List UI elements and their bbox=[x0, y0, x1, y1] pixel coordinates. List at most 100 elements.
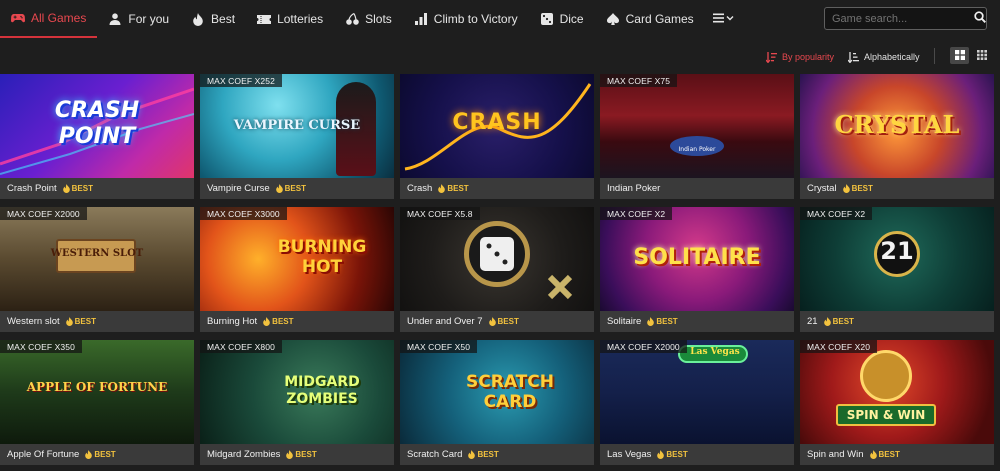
game-thumbnail: CRASH bbox=[400, 74, 594, 178]
sort-desc-icon bbox=[766, 51, 777, 63]
game-art-title: VAMPIRE CURSE bbox=[233, 118, 361, 133]
tab-lotteries[interactable]: Lotteries bbox=[246, 0, 334, 38]
game-card-indian-poker[interactable]: Indian Poker MAX COEF X75 Indian Poker bbox=[600, 74, 794, 199]
game-thumbnail: SPIN & WIN MAX COEF X20 bbox=[800, 340, 994, 444]
flame-icon bbox=[647, 317, 655, 326]
large-grid-view-button[interactable] bbox=[950, 47, 969, 64]
game-name: Spin and Win bbox=[807, 449, 864, 460]
tab-dice[interactable]: Dice bbox=[529, 0, 595, 38]
badge-label: BEST bbox=[832, 317, 854, 326]
flame-icon bbox=[263, 317, 270, 326]
max-coef-label: MAX COEF X252 bbox=[200, 74, 282, 87]
top-navigation: All Games For you Best Lotteries Slots C… bbox=[0, 0, 1000, 38]
sort-by-popularity[interactable]: By popularity bbox=[766, 50, 834, 64]
tab-slots[interactable]: Slots bbox=[334, 0, 403, 38]
game-card-21[interactable]: 21 MAX COEF X2 21 BEST bbox=[800, 207, 994, 332]
search-button[interactable] bbox=[974, 8, 986, 29]
tab-card-games[interactable]: Card Games bbox=[595, 0, 705, 38]
tab-all-games[interactable]: All Games bbox=[0, 0, 98, 38]
game-name: Apple Of Fortune bbox=[7, 449, 80, 460]
sort-alphabetically[interactable]: Alphabetically bbox=[848, 50, 920, 64]
grid-large-icon bbox=[954, 47, 965, 65]
game-name: Crystal bbox=[807, 183, 837, 194]
game-card-burning-hot[interactable]: BURNING HOT MAX COEF X3000 Burning Hot B… bbox=[200, 207, 394, 332]
best-badge: BEST bbox=[823, 317, 854, 326]
game-card-western-slot[interactable]: WESTERN SLOT MAX COEF X2000 Western slot… bbox=[0, 207, 194, 332]
tab-label: Best bbox=[211, 12, 236, 26]
flame-icon bbox=[438, 184, 446, 193]
game-thumbnail: CRYSTAL bbox=[800, 74, 994, 178]
game-card-scratch-card[interactable]: SCRATCH CARD MAX COEF X50 Scratch Card B… bbox=[400, 340, 594, 465]
game-art-title: SPIN & WIN bbox=[846, 408, 926, 422]
game-card-crystal[interactable]: CRYSTAL Crystal BEST bbox=[800, 74, 994, 199]
game-thumbnail: APPLE OF FORTUNE MAX COEF X350 bbox=[0, 340, 194, 444]
game-caption: Crash Point BEST bbox=[0, 178, 194, 199]
game-card-midgard-zombies[interactable]: MIDGARD ZOMBIES MAX COEF X800 Midgard Zo… bbox=[200, 340, 394, 465]
badge-label: BEST bbox=[666, 450, 688, 459]
game-thumbnail: Indian Poker MAX COEF X75 bbox=[600, 74, 794, 178]
flame-icon bbox=[286, 450, 294, 459]
badge-label: BEST bbox=[878, 450, 900, 459]
badge-label: BEST bbox=[497, 317, 519, 326]
game-caption: Indian Poker bbox=[600, 178, 794, 199]
flame-icon bbox=[468, 450, 476, 459]
sort-bar: By popularity Alphabetically bbox=[0, 38, 1000, 74]
flame-icon bbox=[488, 317, 496, 326]
best-badge: BEST bbox=[647, 317, 678, 326]
game-card-crash[interactable]: CRASH Crash BEST bbox=[400, 74, 594, 199]
game-name: Scratch Card bbox=[407, 449, 463, 460]
game-thumbnail: WESTERN SLOT MAX COEF X2000 bbox=[0, 207, 194, 311]
game-card-under-and-over-7[interactable]: MAX COEF X5.8 Under and Over 7 BEST bbox=[400, 207, 594, 332]
game-art-title: Indian Poker bbox=[678, 146, 716, 153]
tab-climb-to-victory[interactable]: Climb to Victory bbox=[403, 0, 529, 38]
best-badge: BEST bbox=[438, 184, 469, 193]
badge-label: BEST bbox=[284, 184, 306, 193]
badge-label: BEST bbox=[272, 317, 294, 326]
search-icon bbox=[974, 10, 986, 28]
divider bbox=[934, 48, 935, 64]
game-card-spin-and-win[interactable]: SPIN & WIN MAX COEF X20 Spin and Win BES… bbox=[800, 340, 994, 465]
badge-label: BEST bbox=[74, 317, 96, 326]
max-coef-label: MAX COEF X2 bbox=[800, 207, 873, 220]
game-art-title: CRASH bbox=[452, 110, 542, 135]
grid-small-icon bbox=[976, 47, 987, 65]
sort-label: By popularity bbox=[782, 52, 835, 62]
game-thumbnail: BURNING HOT MAX COEF X3000 bbox=[200, 207, 394, 311]
dice-icon bbox=[540, 12, 554, 26]
badge-label: BEST bbox=[295, 450, 317, 459]
tab-best[interactable]: Best bbox=[180, 0, 246, 38]
small-grid-view-button[interactable] bbox=[972, 47, 991, 64]
max-coef-label: MAX COEF X75 bbox=[600, 74, 678, 87]
game-card-vampire-curse[interactable]: VAMPIRE CURSE MAX COEF X252 Vampire Curs… bbox=[200, 74, 394, 199]
game-name: Crash Point bbox=[7, 183, 57, 194]
game-caption: Apple Of Fortune BEST bbox=[0, 444, 194, 465]
best-badge: BEST bbox=[62, 184, 93, 193]
flame-icon bbox=[869, 450, 877, 459]
game-card-apple-of-fortune[interactable]: APPLE OF FORTUNE MAX COEF X350 Apple Of … bbox=[0, 340, 194, 465]
game-thumbnail: SCRATCH CARD MAX COEF X50 bbox=[400, 340, 594, 444]
game-thumbnail: Las Vegas MAX COEF X2000 bbox=[600, 340, 794, 444]
game-caption: Scratch Card BEST bbox=[400, 444, 594, 465]
max-coef-label: MAX COEF X2 bbox=[600, 207, 673, 220]
more-menu-button[interactable] bbox=[705, 0, 743, 38]
game-card-solitaire[interactable]: SOLITAIRE MAX COEF X2 Solitaire BEST bbox=[600, 207, 794, 332]
game-thumbnail: MAX COEF X5.8 bbox=[400, 207, 594, 311]
flame-icon bbox=[842, 184, 850, 193]
tab-for-you[interactable]: For you bbox=[97, 0, 180, 38]
flame-icon bbox=[657, 450, 665, 459]
sort-label: Alphabetically bbox=[864, 52, 920, 62]
tab-label: Lotteries bbox=[277, 12, 324, 26]
max-coef-label: MAX COEF X2000 bbox=[600, 340, 687, 353]
game-caption: Burning Hot BEST bbox=[200, 311, 394, 332]
game-name: Burning Hot bbox=[207, 316, 258, 327]
best-badge: BEST bbox=[869, 450, 900, 459]
game-card-las-vegas[interactable]: Las Vegas MAX COEF X2000 Las Vegas BEST bbox=[600, 340, 794, 465]
flame-icon bbox=[85, 450, 93, 459]
game-art-title: WESTERN SLOT bbox=[50, 248, 144, 259]
tab-label: Card Games bbox=[625, 12, 694, 26]
game-name: Midgard Zombies bbox=[207, 449, 281, 460]
game-art-title: 21 bbox=[880, 237, 914, 265]
game-name: Las Vegas bbox=[607, 449, 652, 460]
game-card-crash-point[interactable]: CRASH POINT Crash Point BEST bbox=[0, 74, 194, 199]
search-input[interactable] bbox=[825, 8, 974, 29]
